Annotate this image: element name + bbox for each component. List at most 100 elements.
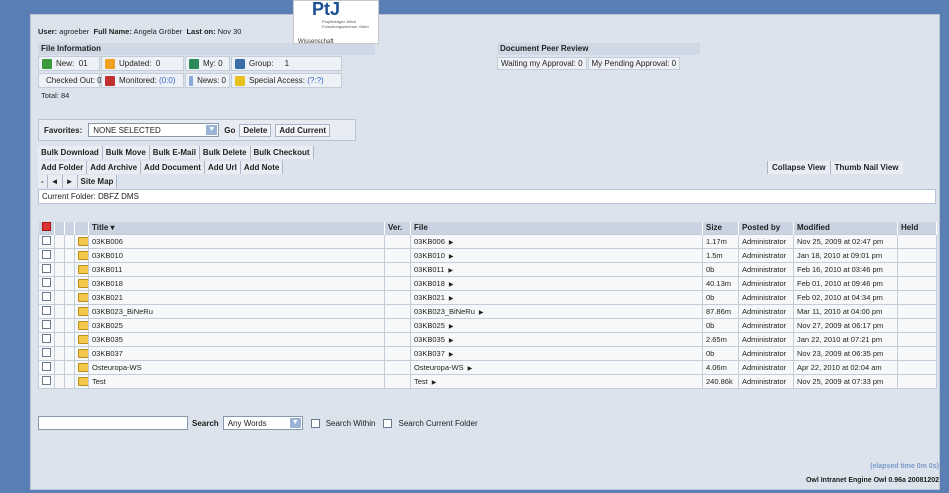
row-checkbox[interactable] xyxy=(42,375,51,385)
next-arrow-icon[interactable]: ► xyxy=(62,175,78,188)
bulk-email-button[interactable]: Bulk E-Mail xyxy=(149,146,200,159)
row-file[interactable]: 03KB023_BiNeRu ▶ xyxy=(410,303,703,319)
favorites-select[interactable]: NONE SELECTED ▼ xyxy=(88,123,220,137)
row-checkbox[interactable] xyxy=(42,361,51,371)
expand-arrow-icon[interactable]: ▶ xyxy=(432,380,437,386)
row-title[interactable]: Test xyxy=(88,373,385,389)
search-input[interactable] xyxy=(38,416,188,430)
row-title[interactable]: 03KB006 xyxy=(88,233,385,249)
pending-approval[interactable]: My Pending Approval: 0 xyxy=(587,57,681,70)
expand-arrow-icon[interactable]: ▶ xyxy=(449,282,454,288)
row-checkbox[interactable] xyxy=(42,347,51,357)
row-checkbox[interactable] xyxy=(42,305,51,315)
row-file[interactable]: 03KB018 ▶ xyxy=(410,275,703,291)
size-column-header[interactable]: Size xyxy=(702,222,739,234)
monitored-count[interactable]: Monitored: (0:0) xyxy=(101,73,184,88)
bulk-download-button[interactable]: Bulk Download xyxy=(38,146,103,159)
table-row[interactable]: 03KB025 03KB025 ▶ 0b Administrator Nov 27, 20… xyxy=(38,317,937,333)
table-row[interactable]: 03KB023_BiNeRu 03KB023_BiNeRu ▶ 87.86m Admin… xyxy=(38,303,937,319)
collapse-icon[interactable]: - xyxy=(38,175,48,188)
news-count[interactable]: News: 0 xyxy=(185,73,230,88)
bulk-checkout-button[interactable]: Bulk Checkout xyxy=(250,146,314,159)
row-title[interactable]: 03KB010 xyxy=(88,247,385,263)
version-column-header[interactable]: Ver. xyxy=(384,222,411,234)
row-title[interactable]: 03KB037 xyxy=(88,345,385,361)
prev-arrow-icon[interactable]: ◄ xyxy=(47,175,63,188)
select-all-checkbox[interactable] xyxy=(41,222,51,232)
expand-arrow-icon[interactable]: ▶ xyxy=(468,366,473,372)
table-row[interactable]: 03KB018 03KB018 ▶ 40.13m Administrator Feb 01… xyxy=(38,275,937,291)
row-checkbox[interactable] xyxy=(42,263,51,273)
checked-out-count[interactable]: Checked Out: 0 xyxy=(38,73,102,88)
waiting-approval[interactable]: Waiting my Approval: 0 xyxy=(497,57,587,70)
table-row[interactable]: 03KB037 03KB037 ▶ 0b Administrator Nov 23, 20… xyxy=(38,345,937,361)
delete-button[interactable]: Delete xyxy=(239,123,272,137)
file-table: Title ▾ Ver. File Size Posted by Modifie… xyxy=(38,222,937,389)
row-title[interactable]: 03KB021 xyxy=(88,289,385,305)
row-title[interactable]: Osteuropa-WS xyxy=(88,359,385,375)
expand-arrow-icon[interactable]: ▶ xyxy=(448,268,453,274)
row-title[interactable]: 03KB011 xyxy=(88,261,385,277)
add-url-button[interactable]: Add Url xyxy=(204,161,241,174)
expand-arrow-icon[interactable]: ▶ xyxy=(449,324,454,330)
expand-arrow-icon[interactable]: ▶ xyxy=(449,352,454,358)
row-version xyxy=(384,289,411,305)
held-column-header[interactable]: Held xyxy=(897,222,937,234)
row-file[interactable]: 03KB035 ▶ xyxy=(410,331,703,347)
search-mode-select[interactable]: Any Words ▼ xyxy=(222,416,303,430)
expand-arrow-icon[interactable]: ▶ xyxy=(449,240,454,246)
row-checkbox[interactable] xyxy=(42,277,51,287)
new-count[interactable]: New: 01 xyxy=(38,56,100,71)
go-button[interactable]: Go xyxy=(224,126,235,135)
expand-arrow-icon[interactable]: ▶ xyxy=(449,254,454,260)
expand-arrow-icon[interactable]: ▶ xyxy=(449,338,454,344)
row-file[interactable]: Osteuropa-WS ▶ xyxy=(410,359,703,375)
search-within-checkbox[interactable] xyxy=(310,418,320,428)
updated-count[interactable]: Updated: 0 xyxy=(101,56,184,71)
row-checkbox[interactable] xyxy=(42,249,51,259)
table-row[interactable]: 03KB010 03KB010 ▶ 1.5m Administrator Jan 18, … xyxy=(38,247,937,263)
group-count[interactable]: Group: 1 xyxy=(231,56,342,71)
table-row[interactable]: Osteuropa-WS Osteuropa-WS ▶ 4.06m Administra… xyxy=(38,359,937,375)
add-archive-button[interactable]: Add Archive xyxy=(87,161,142,174)
site-map-link[interactable]: Site Map xyxy=(77,175,118,188)
posted-by-column-header[interactable]: Posted by xyxy=(738,222,794,234)
row-file[interactable]: 03KB010 ▶ xyxy=(410,247,703,263)
bulk-move-button[interactable]: Bulk Move xyxy=(102,146,150,159)
add-note-button[interactable]: Add Note xyxy=(240,161,284,174)
add-document-button[interactable]: Add Document xyxy=(141,161,205,174)
row-title[interactable]: 03KB018 xyxy=(88,275,385,291)
row-file[interactable]: Test ▶ xyxy=(410,373,703,389)
add-folder-button[interactable]: Add Folder xyxy=(38,161,88,174)
file-column-header[interactable]: File xyxy=(410,222,703,234)
row-checkbox[interactable] xyxy=(42,333,51,343)
title-column-header[interactable]: Title ▾ xyxy=(88,222,385,234)
special-access-count[interactable]: Special Access: (?:?) xyxy=(231,73,342,88)
thumbnail-view-button[interactable]: Thumb Nail View xyxy=(829,161,903,174)
row-title[interactable]: 03KB023_BiNeRu xyxy=(88,303,385,319)
table-row[interactable]: Test Test ▶ 240.86k Administrator Nov 25, 200… xyxy=(38,373,937,389)
row-title[interactable]: 03KB035 xyxy=(88,331,385,347)
row-file[interactable]: 03KB037 ▶ xyxy=(410,345,703,361)
row-checkbox[interactable] xyxy=(42,319,51,329)
add-current-button[interactable]: Add Current xyxy=(275,123,331,137)
row-file[interactable]: 03KB011 ▶ xyxy=(410,261,703,277)
table-row[interactable]: 03KB035 03KB035 ▶ 2.65m Administrator Jan 22,… xyxy=(38,331,937,347)
expand-arrow-icon[interactable]: ▶ xyxy=(479,310,484,316)
row-title[interactable]: 03KB025 xyxy=(88,317,385,333)
row-file[interactable]: 03KB025 ▶ xyxy=(410,317,703,333)
table-row[interactable]: 03KB006 03KB006 ▶ 1.17m Administrator Nov 25,… xyxy=(38,233,937,249)
row-checkbox[interactable] xyxy=(42,235,51,245)
table-row[interactable]: 03KB011 03KB011 ▶ 0b Administrator Feb 16, 20… xyxy=(38,261,937,277)
row-file[interactable]: 03KB006 ▶ xyxy=(410,233,703,249)
my-count[interactable]: My: 0 xyxy=(185,56,230,71)
collapse-view-button[interactable]: Collapse View xyxy=(767,161,830,174)
bulk-delete-button[interactable]: Bulk Delete xyxy=(199,146,251,159)
search-current-folder-checkbox[interactable] xyxy=(383,418,393,428)
row-checkbox[interactable] xyxy=(42,291,51,301)
modified-column-header[interactable]: Modified xyxy=(793,222,898,234)
search-button[interactable]: Search xyxy=(192,419,219,428)
table-row[interactable]: 03KB021 03KB021 ▶ 0b Administrator Feb 02, 20… xyxy=(38,289,937,305)
row-file[interactable]: 03KB021 ▶ xyxy=(410,289,703,305)
expand-arrow-icon[interactable]: ▶ xyxy=(449,296,454,302)
